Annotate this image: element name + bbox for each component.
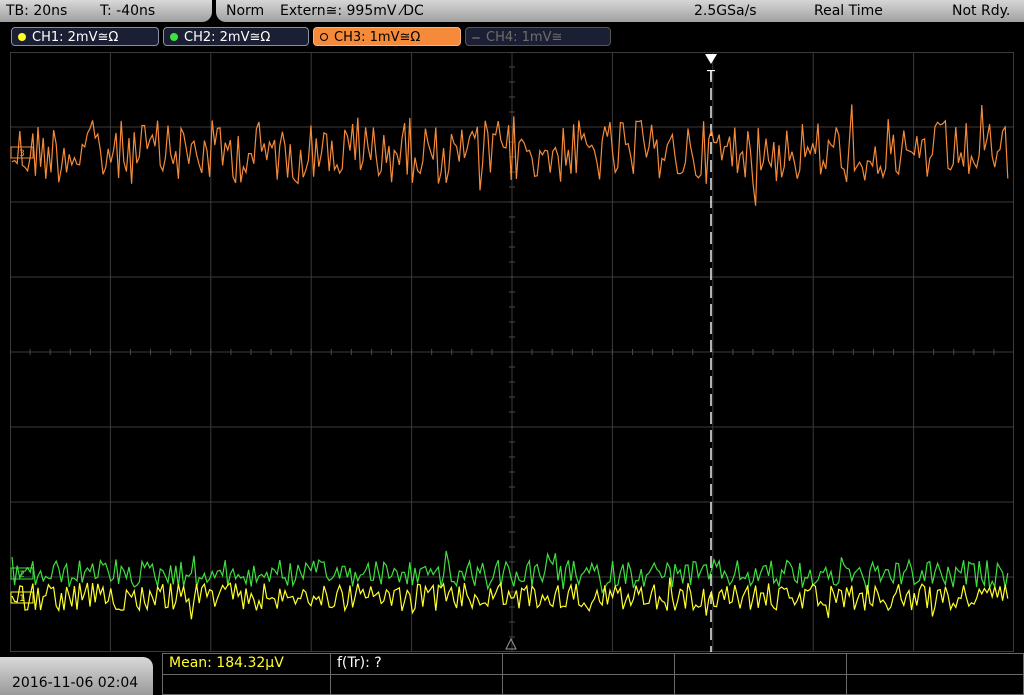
trigger-marker-label: T — [706, 69, 715, 84]
trigger-level-icon — [505, 637, 517, 650]
channel-4-chip[interactable]: CH4: 1mV≅ — [465, 27, 611, 46]
channel-4-label: CH4: 1mV≅ — [486, 30, 563, 45]
sample-rate: 2.5GSa/s — [694, 3, 757, 19]
channel-chips: CH1: 2mV≅Ω CH2: 2mV≅Ω CH3: 1mV≅Ω CH4: 1m… — [0, 26, 1024, 48]
channel-4-dot-icon — [472, 37, 480, 39]
channel-1-dot-icon — [18, 33, 26, 41]
run-status: Not Rdy. — [952, 3, 1011, 19]
trigger-mode: Norm — [226, 3, 265, 19]
timebase-panel[interactable]: TB: 20ns T: -40ns — [0, 0, 212, 22]
channel-2-ref-label: 2 — [19, 570, 25, 580]
channel-2-chip[interactable]: CH2: 2mV≅Ω — [163, 27, 309, 46]
datetime-label: 2016-11-06 02:04 — [12, 675, 139, 691]
channel-3-ref-label: 3 — [19, 149, 25, 159]
measurement-cell[interactable] — [503, 674, 675, 695]
measurement-table[interactable]: Mean: 184.32µV f(Tr): ? — [162, 653, 1024, 695]
timebase-label: TB: 20ns — [6, 3, 68, 19]
top-status-bar: TB: 20ns T: -40ns Norm Extern≅: 995mV ⁄D… — [0, 0, 1024, 24]
bottom-bar: 2016-11-06 02:04 Mean: 184.32µV f(Tr): ? — [0, 653, 1024, 695]
measurement-cell[interactable] — [675, 674, 847, 695]
channel-1-trace — [11, 577, 1009, 620]
trigger-source: Extern≅: 995mV ⁄DC — [280, 3, 424, 19]
measurement-cell[interactable] — [331, 674, 503, 695]
measurement-cell[interactable] — [847, 654, 1024, 674]
datetime-panel: 2016-11-06 02:04 — [0, 657, 153, 695]
trigger-position-icon[interactable] — [705, 54, 717, 64]
channel-3-chip[interactable]: CH3: 1mV≅Ω — [313, 27, 461, 46]
channel-3-label: CH3: 1mV≅Ω — [334, 30, 421, 45]
waveform-plot[interactable]: T 3 2 1 — [10, 52, 1014, 652]
measurement-cell[interactable] — [163, 674, 331, 695]
channel-1-ref-label: 1 — [19, 594, 25, 604]
measurement-cell[interactable] — [847, 674, 1024, 695]
channel-1-label: CH1: 2mV≅Ω — [32, 30, 119, 45]
measurement-mean: Mean: 184.32µV — [169, 655, 284, 671]
measurement-cell[interactable] — [503, 654, 675, 674]
trigger-time-label: T: -40ns — [100, 3, 156, 19]
channel-2-dot-icon — [170, 33, 178, 41]
measurement-cell[interactable]: Mean: 184.32µV — [163, 654, 331, 674]
channel-2-label: CH2: 2mV≅Ω — [184, 30, 271, 45]
channel-1-chip[interactable]: CH1: 2mV≅Ω — [11, 27, 159, 46]
acquisition-status-strip[interactable]: Norm Extern≅: 995mV ⁄DC 2.5GSa/s Real Ti… — [216, 0, 1024, 22]
channel-3-trace — [11, 104, 1009, 206]
acquisition-mode: Real Time — [814, 3, 883, 19]
measurement-cell[interactable]: f(Tr): ? — [331, 654, 503, 674]
measurement-frequency: f(Tr): ? — [337, 655, 382, 671]
measurement-cell[interactable] — [675, 654, 847, 674]
channel-3-dot-icon — [320, 33, 328, 41]
